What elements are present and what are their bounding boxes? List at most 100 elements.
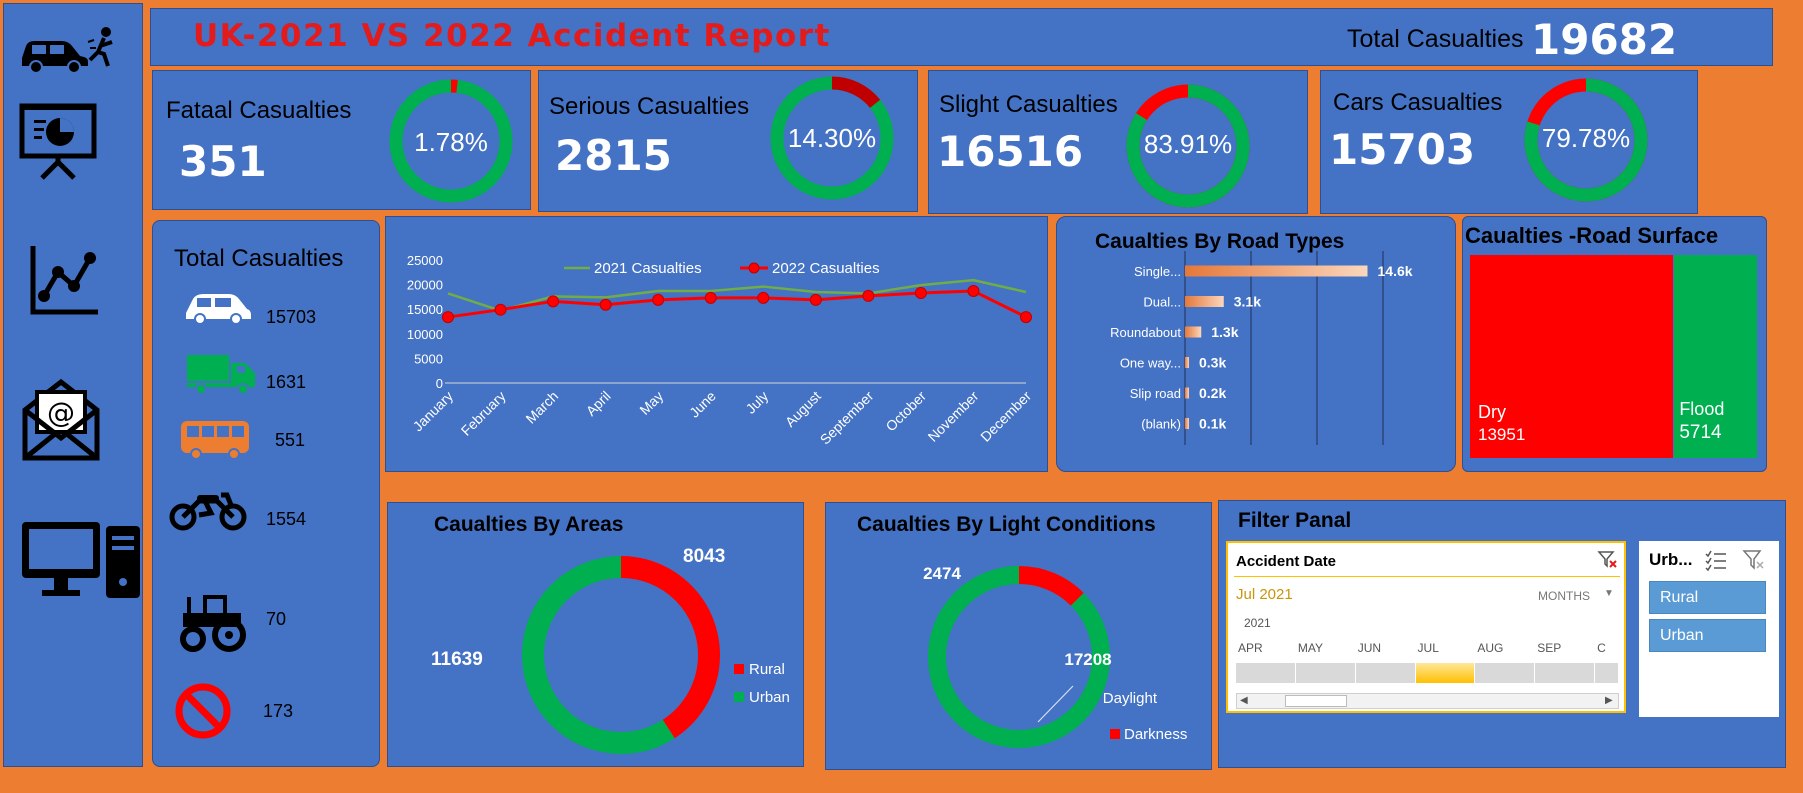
kpi-percent: 83.91%: [1143, 129, 1233, 159]
timeline-month-label[interactable]: MAY: [1298, 641, 1323, 655]
total-casualties-value: 19682: [1531, 15, 1678, 64]
kpi-label: Cars Casualties: [1333, 89, 1503, 116]
slicer-item-rural[interactable]: Rural: [1649, 581, 1766, 614]
timeline-segment[interactable]: [1356, 663, 1416, 683]
timeline-segment[interactable]: [1475, 663, 1536, 683]
x-tick-label: September: [817, 388, 877, 448]
timeline-month-label[interactable]: JUN: [1358, 641, 1381, 655]
timeline-slicer[interactable]: Accident Date Jul 2021 MONTHS ▼ 2021 APR…: [1226, 541, 1626, 713]
timeline-segment-selected[interactable]: [1415, 663, 1476, 683]
legend-label-2021: 2021 Casualties: [594, 260, 702, 277]
x-tick-label: January: [410, 388, 457, 435]
timeline-month-label[interactable]: APR: [1238, 641, 1263, 655]
timeline-segment[interactable]: [1236, 663, 1296, 683]
bar-value-label: 0.1k: [1199, 416, 1226, 432]
data-point-2022: [442, 311, 454, 324]
data-point-2022: [914, 286, 927, 299]
line-chart-icon[interactable]: [30, 244, 100, 316]
kpi-value: 16516: [937, 127, 1084, 176]
bar-value-label: 0.2k: [1199, 385, 1226, 401]
scroll-thumb[interactable]: [1285, 695, 1347, 707]
bar: [1185, 387, 1189, 399]
bar-value-label: 1.3k: [1211, 324, 1238, 340]
x-tick-label: March: [522, 388, 561, 427]
email-icon[interactable]: @: [21, 376, 101, 462]
legend-label-darkness: Darkness: [1124, 726, 1187, 743]
timeline-unit-dropdown[interactable]: MONTHS: [1538, 589, 1590, 603]
timeline-year: 2021: [1244, 616, 1271, 630]
timeline-segment[interactable]: [1296, 663, 1356, 683]
legend-marker-2022: [748, 262, 760, 274]
timeline-segment[interactable]: [1535, 663, 1596, 683]
vehicle-value: 1631: [266, 372, 307, 392]
series-line-2021: [447, 278, 1027, 312]
timeline-month-label[interactable]: SEP: [1537, 641, 1561, 655]
bar: [1185, 296, 1224, 307]
vehicle-value: 70: [266, 609, 287, 629]
chevron-down-icon[interactable]: ▼: [1604, 588, 1614, 599]
treemap-cell-value: 13951: [1478, 424, 1526, 444]
category-label: Dual...: [1143, 295, 1181, 310]
data-point-2022: [1020, 311, 1032, 324]
scroll-left-icon[interactable]: ◀: [1240, 695, 1248, 706]
slicer-item-urban[interactable]: Urban: [1649, 619, 1766, 652]
road-type-chart-panel: Caualties By Road Types Single... 14.6k Du…: [1056, 216, 1456, 472]
data-point-2022: [599, 298, 612, 311]
y-tick-label: 20000: [407, 278, 443, 293]
multi-select-icon[interactable]: [1705, 550, 1727, 572]
kpi-card-cars: Cars Casualties 15703 79.78%: [1320, 70, 1698, 214]
urban-rural-slicer[interactable]: Urb... Rural Urban: [1639, 541, 1779, 717]
timeline-segment[interactable]: [1595, 663, 1619, 683]
road-surface-title: Caualties -Road Surface: [1465, 223, 1719, 248]
treemap-cell-label: Dry 13951: [1478, 401, 1525, 446]
road-type-bar-chart: Single... 14.6k Dual... 3.1k Roundabout 1.3k O…: [1110, 251, 1413, 445]
data-point-2022: [704, 291, 717, 304]
vehicle-value: 1554: [266, 509, 307, 529]
header-panel: UK-2021 VS 2022 Accident Report Total Ca…: [150, 8, 1773, 66]
x-tick-label: August: [782, 388, 824, 430]
bus-icon: [181, 421, 249, 460]
kpi-label: Fataal Casualties: [166, 97, 352, 124]
category-label: (blank): [1141, 417, 1181, 432]
no-entry-icon: [175, 683, 231, 739]
kpi-value: 15703: [1329, 125, 1476, 174]
kpi-card-slight: Slight Casualties 16516 83.91%: [928, 70, 1308, 214]
treemap-cell-label: Flood 5714: [1679, 398, 1724, 446]
timeline-month-label[interactable]: AUG: [1477, 641, 1503, 655]
timeline-scrollbar[interactable]: ◀ ▶: [1236, 693, 1619, 709]
areas-chart-panel: Caualties By Areas 8043 11639 Rural Urban: [387, 502, 804, 767]
kpi-percent: 14.30%: [787, 123, 877, 153]
category-label: Single...: [1134, 264, 1181, 279]
legend-swatch-darkness: [1110, 729, 1120, 739]
kpi-label: Slight Casualties: [939, 91, 1118, 118]
timeline-track[interactable]: [1236, 663, 1619, 683]
bar: [1185, 418, 1189, 429]
slice-label-darkness: 2474: [923, 564, 961, 583]
slice-label-urban: 11639: [431, 649, 483, 670]
timeline-month-label[interactable]: C: [1597, 641, 1606, 655]
timeline-header: Accident Date: [1236, 553, 1337, 570]
data-point-2022: [547, 295, 560, 308]
bar: [1185, 357, 1189, 368]
slice-label-rural: 8043: [683, 546, 725, 567]
x-tick-label: December: [977, 388, 1034, 445]
bar-value-label: 0.3k: [1199, 355, 1226, 371]
presentation-chart-icon[interactable]: [19, 102, 97, 180]
legend-swatch-urban: [734, 692, 744, 702]
timeline-divider: [1234, 576, 1620, 577]
clear-filter-icon[interactable]: [1742, 550, 1765, 570]
slice-label-daylight: 17208: [1064, 650, 1111, 669]
x-tick-label: April: [583, 388, 614, 419]
timeline-month-label[interactable]: JUL: [1418, 641, 1439, 655]
slicer-header: Urb...: [1649, 550, 1693, 569]
scroll-right-icon[interactable]: ▶: [1605, 695, 1613, 706]
data-point-2022: [862, 289, 875, 302]
x-tick-label: February: [458, 388, 509, 439]
clear-filter-icon[interactable]: [1597, 551, 1618, 569]
data-point-2022: [967, 284, 980, 297]
car-crash-icon[interactable]: [18, 26, 118, 76]
timeline-months: APR MAY JUN JUL AUG SEP C: [1236, 641, 1619, 655]
legend-label-rural: Rural: [749, 661, 785, 678]
bar: [1185, 265, 1368, 277]
computer-icon[interactable]: [22, 522, 140, 598]
